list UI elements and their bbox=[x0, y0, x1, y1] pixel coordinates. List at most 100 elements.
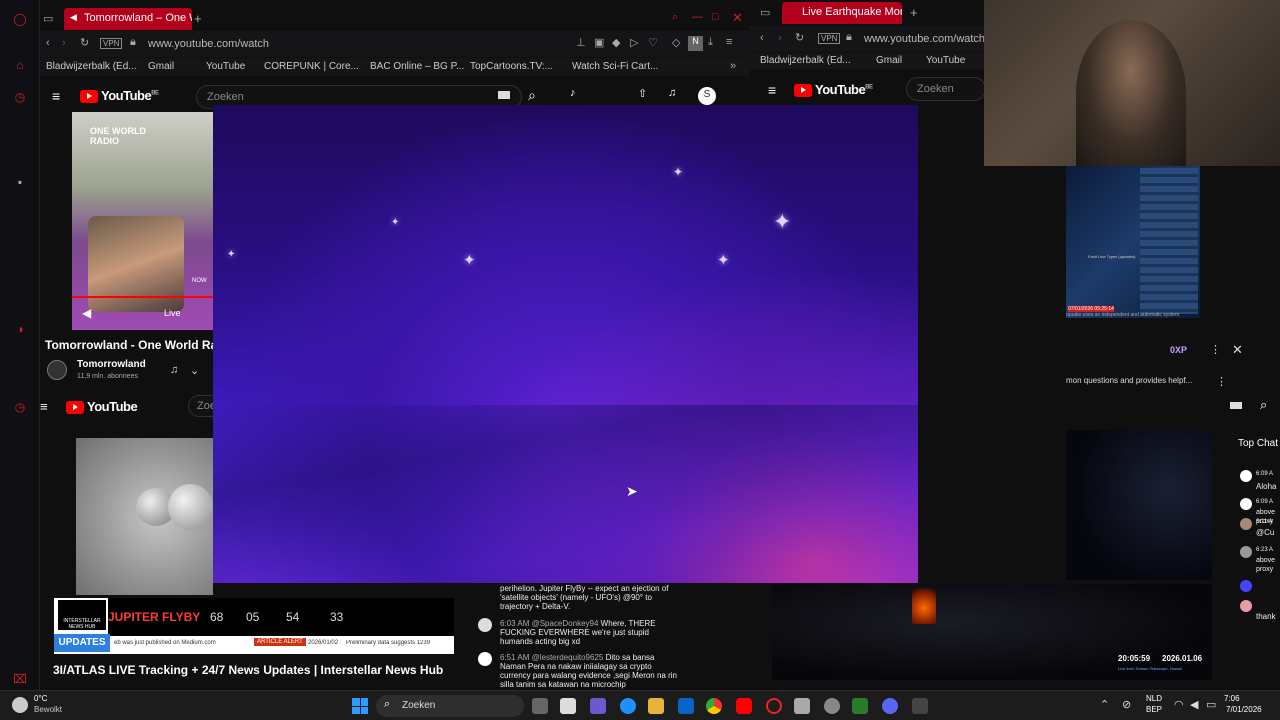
maximize-icon[interactable]: □ bbox=[712, 11, 719, 23]
sky-video[interactable] bbox=[1066, 430, 1212, 580]
youtube-logo[interactable]: YouTube bbox=[66, 399, 138, 415]
top-chat-label[interactable]: Top Chat bbox=[1238, 438, 1278, 449]
avatar[interactable]: S bbox=[698, 87, 716, 105]
lang-layout[interactable]: BEP bbox=[1146, 705, 1162, 714]
bookmark-item[interactable]: Watch Sci-Fi Cart... bbox=[572, 61, 658, 72]
windows-start-icon[interactable] bbox=[352, 698, 368, 714]
excel-icon[interactable] bbox=[852, 698, 868, 714]
lock-icon[interactable]: 🔒︎ bbox=[846, 31, 852, 44]
discord-icon[interactable] bbox=[882, 698, 898, 714]
sidebar-clock-icon[interactable]: ◷ bbox=[12, 400, 28, 416]
heart-icon[interactable]: ♡ bbox=[648, 36, 658, 49]
close-icon[interactable]: ✕ bbox=[732, 10, 743, 26]
chevron-down-icon[interactable]: ⌄ bbox=[190, 364, 199, 377]
wifi-icon[interactable]: ◠ bbox=[1174, 698, 1184, 711]
bookmark-item[interactable]: YouTube bbox=[926, 55, 965, 66]
search-icon[interactable]: ⌕ bbox=[528, 87, 536, 104]
telescope-video[interactable]: 20:05:59 2026.01.06 Live from Subaru Tel… bbox=[772, 584, 1212, 680]
tray-chevron-icon[interactable]: ⌃ bbox=[1100, 698, 1109, 711]
youtube-app-icon[interactable] bbox=[736, 698, 752, 714]
more-icon[interactable]: ⋮ bbox=[1216, 375, 1227, 388]
channel-name[interactable]: Tomorrowland bbox=[77, 359, 146, 370]
bookmark-item[interactable]: TopCartoons.TV:... bbox=[470, 61, 553, 72]
sidebar-ox-icon[interactable]: ◑ bbox=[12, 322, 28, 338]
more-icon[interactable]: ⋮ bbox=[1210, 343, 1221, 356]
profile-n-icon[interactable]: N bbox=[688, 36, 703, 51]
mic-icon[interactable]: ♪ bbox=[570, 87, 576, 99]
widgets-icon[interactable] bbox=[560, 698, 576, 714]
clock-date[interactable]: 7/01/2026 bbox=[1226, 705, 1262, 714]
bell-subscribe-icon[interactable]: ♫ bbox=[170, 364, 178, 376]
vpn-badge[interactable]: VPN bbox=[818, 33, 841, 44]
bookmark-item[interactable]: Gmail bbox=[148, 61, 174, 72]
opera-gx-icon[interactable] bbox=[766, 698, 782, 714]
youtube-logo[interactable]: YouTubeBE bbox=[794, 82, 873, 98]
close-icon[interactable]: ✕ bbox=[1232, 342, 1243, 358]
bookmark-item[interactable]: Gmail bbox=[876, 55, 902, 66]
task-view-icon[interactable] bbox=[532, 698, 548, 714]
bookmark-item[interactable]: Bladwijzerbalk (Ed... bbox=[46, 61, 137, 72]
settings-icon[interactable] bbox=[824, 698, 840, 714]
search-tabs-icon[interactable]: ⌕ bbox=[672, 11, 678, 24]
forward-icon[interactable]: › bbox=[62, 37, 66, 49]
opera-logo-icon[interactable]: ◯ bbox=[12, 12, 28, 28]
shield-icon[interactable]: ◆ bbox=[612, 36, 620, 49]
taskbar-search[interactable]: ⌕ Zoeken bbox=[376, 695, 524, 717]
volume-icon[interactable]: ◀ bbox=[1190, 698, 1198, 711]
keyboard-icon[interactable] bbox=[1230, 402, 1242, 409]
more-bookmarks-icon[interactable]: » bbox=[730, 60, 736, 72]
extensions-icon[interactable]: ◇ bbox=[672, 36, 680, 49]
weather-temp[interactable]: 0°C bbox=[34, 694, 47, 703]
url-field[interactable]: www.youtube.com/watch bbox=[148, 38, 269, 50]
play-icon[interactable]: ▷ bbox=[630, 36, 638, 49]
vpn-badge[interactable]: VPN bbox=[100, 38, 123, 49]
bookmark-item[interactable]: Bladwijzerbalk (Ed... bbox=[760, 55, 851, 66]
search-icon[interactable]: ⌕ bbox=[1260, 397, 1267, 413]
new-tab-icon[interactable]: + bbox=[910, 5, 918, 20]
lock-icon[interactable]: 🔒︎ bbox=[130, 36, 136, 49]
tab-menu-icon[interactable]: ▭ bbox=[43, 12, 53, 25]
tab-menu-icon[interactable]: ▭ bbox=[760, 6, 770, 19]
bookmark-item[interactable]: BAC Online – BG P... bbox=[370, 61, 464, 72]
calculator-icon[interactable] bbox=[794, 698, 810, 714]
earthquake-map[interactable]: Fault Line Types (updated) 07/01/2026 05… bbox=[1066, 166, 1200, 318]
outlook-icon[interactable] bbox=[678, 698, 694, 714]
url-field[interactable]: www.youtube.com/watch bbox=[864, 33, 985, 45]
sidebar-dot-icon[interactable]: ▪ bbox=[12, 175, 28, 191]
youtube-logo[interactable]: YouTubeBE bbox=[80, 88, 159, 104]
hamburger-icon[interactable]: ≡ bbox=[52, 88, 60, 104]
clock-time[interactable]: 7:06 bbox=[1224, 694, 1240, 703]
tray-icon[interactable]: ⊘ bbox=[1122, 698, 1131, 711]
video-player[interactable]: ONE WORLD RADIO NOW ❚❚ ◀ Live bbox=[42, 112, 213, 330]
tab-tomorrowland[interactable]: ◀ Tomorrowland – One W bbox=[64, 8, 192, 30]
bell-icon[interactable]: ♫ bbox=[668, 87, 676, 99]
moon-surface-image[interactable] bbox=[76, 438, 213, 595]
forward-icon[interactable]: › bbox=[778, 32, 782, 44]
volume-icon[interactable]: ◀ bbox=[82, 306, 91, 320]
bottom-video-title[interactable]: 3I/ATLAS LIVE Tracking + 24/7 News Updat… bbox=[53, 663, 463, 677]
search-input[interactable]: Zoeken bbox=[906, 77, 986, 101]
edge-icon[interactable] bbox=[620, 698, 636, 714]
sidebar-app-icon[interactable]: ⌂ bbox=[12, 58, 28, 74]
back-icon[interactable]: ‹ bbox=[46, 37, 50, 49]
weather-icon[interactable] bbox=[12, 697, 28, 713]
new-tab-icon[interactable]: + bbox=[194, 11, 202, 26]
keyboard-icon[interactable] bbox=[498, 91, 510, 99]
upload-icon[interactable]: ⇧ bbox=[638, 87, 647, 100]
minimize-icon[interactable]: — bbox=[692, 11, 703, 23]
channel-avatar[interactable] bbox=[47, 360, 67, 380]
back-icon[interactable]: ‹ bbox=[760, 32, 764, 44]
file-explorer-icon[interactable] bbox=[648, 698, 664, 714]
reload-icon[interactable]: ↻ bbox=[795, 31, 804, 44]
battery-icon[interactable]: ▭ bbox=[1206, 698, 1216, 711]
history-icon[interactable]: ◷ bbox=[12, 90, 28, 106]
chrome-icon[interactable] bbox=[706, 698, 722, 714]
bookmark-item[interactable]: COREPUNK | Core... bbox=[264, 61, 359, 72]
tab-earthquake[interactable]: Live Earthquake Monitorin bbox=[782, 2, 902, 24]
pin-icon[interactable]: ⊥ bbox=[576, 36, 586, 49]
app-icon[interactable] bbox=[912, 698, 928, 714]
sidebar-gx-icon[interactable]: ⌧ bbox=[12, 672, 28, 688]
snapshot-icon[interactable]: ▣ bbox=[594, 36, 604, 49]
bookmark-item[interactable]: YouTube bbox=[206, 61, 245, 72]
lang-code[interactable]: NLD bbox=[1146, 694, 1162, 703]
